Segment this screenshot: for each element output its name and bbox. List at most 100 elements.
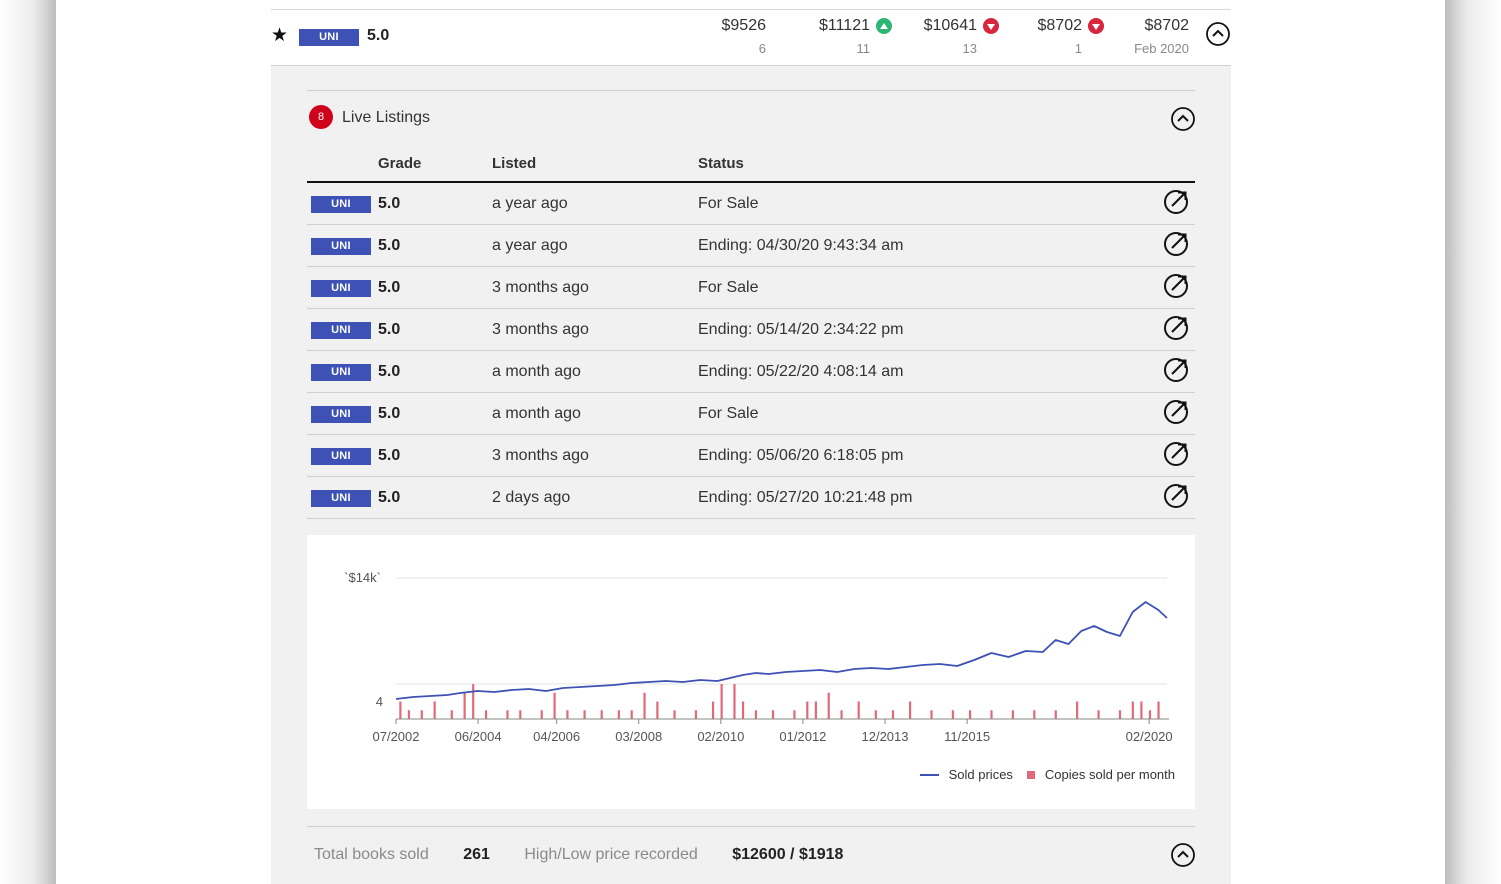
bar-copies-sold <box>711 701 715 719</box>
bar-copies-sold <box>600 710 603 719</box>
row-status: For Sale <box>698 279 759 296</box>
bar-copies-sold <box>553 692 556 719</box>
chart-legend: Sold prices Copies sold per month <box>919 767 1175 782</box>
grade-badge: UNI <box>299 29 359 46</box>
bar-copies-sold <box>420 710 423 719</box>
external-link-icon[interactable] <box>1163 441 1189 467</box>
row-grade: 5.0 <box>378 363 401 380</box>
bar-copies-sold <box>741 701 745 719</box>
row-status: Ending: 05/22/20 4:08:14 am <box>698 363 904 380</box>
bar-copies-sold <box>720 684 723 719</box>
table-row: UNI 5.0 2 days ago Ending: 05/27/20 10:21:4… <box>307 477 1195 519</box>
y-axis-label-bars: 4 <box>376 694 383 709</box>
total-books-label: Total books sold <box>314 846 429 863</box>
row-status: For Sale <box>698 195 759 212</box>
row-listed: 2 days ago <box>492 489 571 506</box>
bar-copies-sold <box>990 710 993 719</box>
price-history-chart: `$14k` 4 07/2002 06/2004 04/2006 03/2008 02/20… <box>307 535 1195 809</box>
bar-copies-sold <box>583 710 586 719</box>
chevron-up-icon[interactable] <box>1206 22 1230 46</box>
bar-copies-sold <box>566 710 569 719</box>
listing-count-badge: 8 <box>309 105 333 129</box>
table-row: UNI 5.0 3 months ago Ending: 05/06/20 6:18:… <box>307 435 1195 477</box>
row-grade: 5.0 <box>378 237 401 254</box>
external-link-icon[interactable] <box>1163 273 1189 299</box>
grade-badge: UNI <box>311 280 371 297</box>
bar-copies-sold <box>771 710 775 719</box>
bar-copies-sold <box>433 701 436 719</box>
summary-count: 1 <box>1074 41 1082 56</box>
summary-price: $8702 <box>1037 17 1083 34</box>
bar-copies-sold <box>694 710 698 719</box>
bar-copies-sold <box>806 701 809 719</box>
x-tick-label: 12/2013 <box>862 729 909 744</box>
trend-down-icon <box>1088 18 1104 34</box>
row-listed: 3 months ago <box>492 321 589 338</box>
row-status: For Sale <box>698 405 759 422</box>
table-row: UNI 5.0 3 months ago For Sale <box>307 267 1195 309</box>
bar-copies-sold <box>874 710 877 719</box>
bar-copies-sold <box>930 710 933 719</box>
bar-copies-sold <box>472 684 475 719</box>
x-tick-label: 07/2002 <box>373 729 420 744</box>
external-link-icon[interactable] <box>1163 315 1189 341</box>
footer-stats: Total books sold 261 High/Low price reco… <box>314 846 843 864</box>
bar-copies-sold <box>463 692 466 719</box>
summary-price: $11121 <box>818 17 870 34</box>
chevron-up-icon[interactable] <box>1171 843 1195 867</box>
row-grade: 5.0 <box>378 447 401 464</box>
bar-copies-sold <box>519 710 522 719</box>
bar-copies-sold <box>909 701 912 719</box>
summary-col-1: $9526 6 <box>722 17 767 56</box>
trend-up-icon <box>876 18 892 34</box>
table-row: UNI 5.0 a year ago For Sale <box>307 183 1195 225</box>
external-link-icon[interactable] <box>1163 483 1189 509</box>
summary-row: ★ UNI 5.0 $9526 6 $11121 11 $10641 13 $8… <box>271 10 1231 66</box>
bar-copies-sold <box>540 710 543 719</box>
summary-count: 13 <box>962 41 977 56</box>
table-row: UNI 5.0 3 months ago Ending: 05/14/20 2:34:… <box>307 309 1195 351</box>
summary-price: $9526 <box>721 17 767 34</box>
summary-col-5: $8702 Feb 2020 <box>1134 17 1189 56</box>
total-books-value: 261 <box>463 846 490 863</box>
summary-col-4: $8702 1 <box>1037 17 1104 56</box>
x-tick-label: 04/2006 <box>533 729 580 744</box>
external-link-icon[interactable] <box>1163 399 1189 425</box>
bar-copies-sold <box>793 710 796 719</box>
table-row: UNI 5.0 a month ago For Sale <box>307 393 1195 435</box>
star-icon[interactable]: ★ <box>271 26 288 46</box>
bar-copies-sold <box>814 701 817 719</box>
trend-down-icon <box>983 18 999 34</box>
bar-copies-sold <box>450 710 453 719</box>
section-divider <box>307 90 1195 91</box>
live-listings-title: Live Listings <box>342 109 431 126</box>
row-listed: a year ago <box>492 237 568 254</box>
external-link-icon[interactable] <box>1163 357 1189 383</box>
bar-copies-sold <box>1148 710 1152 719</box>
bar-copies-sold <box>506 710 509 719</box>
bar-copies-sold <box>630 710 633 719</box>
bar-copies-sold <box>673 710 676 719</box>
legend-copies-sold: Copies sold per month <box>1044 767 1175 782</box>
chevron-up-icon[interactable] <box>1171 107 1195 131</box>
summary-price: $10641 <box>923 17 977 34</box>
x-tick-label: 02/2020 <box>1126 729 1173 744</box>
external-link-icon[interactable] <box>1163 189 1189 215</box>
bar-copies-sold <box>1157 701 1160 719</box>
bar-copies-sold <box>643 692 646 719</box>
external-link-icon[interactable] <box>1163 231 1189 257</box>
row-listed: 3 months ago <box>492 279 589 296</box>
legend-bar-swatch <box>1026 770 1035 779</box>
row-status: Ending: 05/27/20 10:21:48 pm <box>698 489 913 506</box>
bar-copies-sold <box>1011 710 1014 719</box>
row-grade: 5.0 <box>378 279 401 296</box>
bar-copies-sold <box>1097 710 1100 719</box>
summary-price: $8702 <box>1144 17 1190 34</box>
grade-badge: UNI <box>311 322 371 339</box>
row-listed: a month ago <box>492 363 581 380</box>
y-axis-label-price: `$14k` <box>344 570 381 585</box>
col-header-listed: Listed <box>492 155 537 172</box>
table-header: Grade Listed Status <box>307 150 1195 183</box>
bar-copies-sold <box>399 701 402 719</box>
bar-copies-sold <box>968 710 972 719</box>
